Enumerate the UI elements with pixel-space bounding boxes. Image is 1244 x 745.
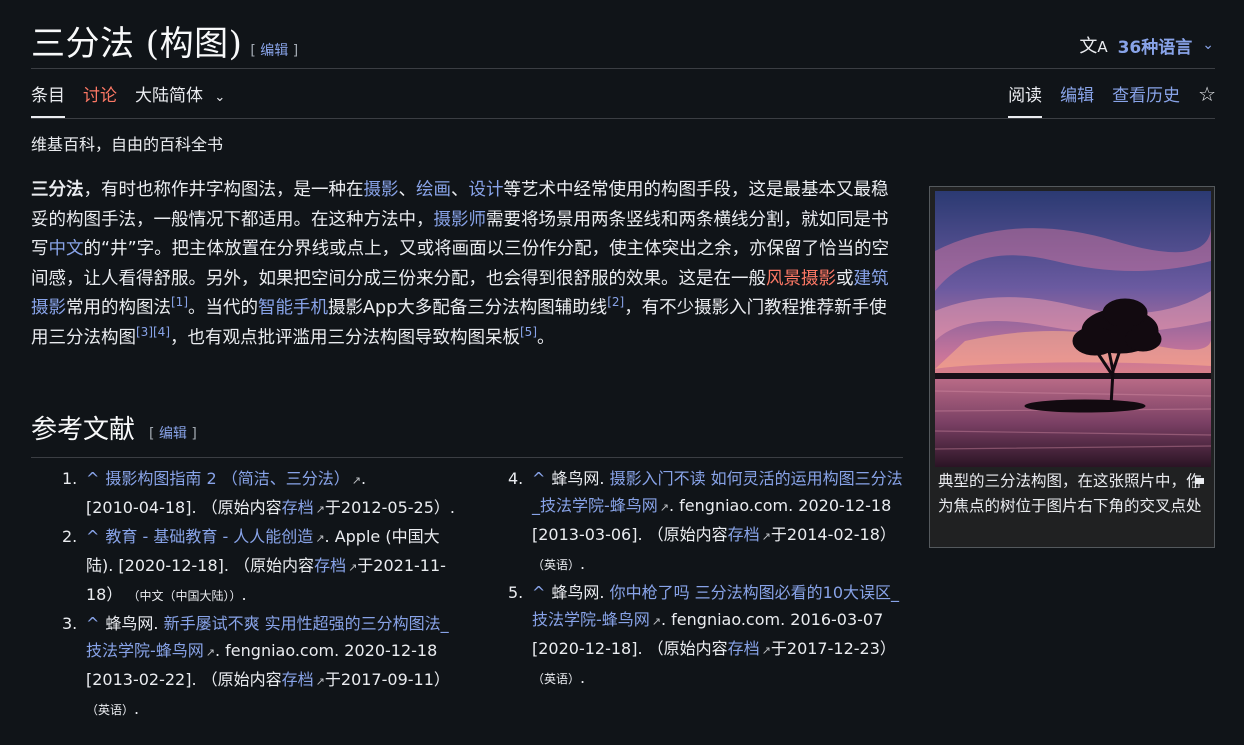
translate-icon: 文A: [1079, 36, 1108, 57]
tab-read[interactable]: 阅读: [1008, 84, 1043, 118]
lead-text: 。当代的: [188, 298, 258, 318]
reference-number: 4.: [508, 469, 524, 488]
image-caption: 典型的三分法构图，在这张照片中，作为焦点的树位于图片右下角的交叉点处: [938, 472, 1202, 515]
star-icon[interactable]: ☆: [1198, 84, 1216, 112]
reference-item: 2. ^教育 - 基础教育 - 人人能创造. Apple (中国大陆). [20…: [62, 523, 462, 610]
lead-text: 、: [398, 180, 417, 200]
reference-author: 蜂鸟网.: [551, 583, 610, 602]
archive-link[interactable]: 存档: [282, 498, 325, 517]
reference-text: .: [134, 699, 140, 718]
reference-item: 1. ^ 摄影构图指南 2 （简洁、三分法）. [2010-04-18]. （原始内…: [62, 465, 462, 523]
lead-text: 或: [836, 268, 854, 289]
archive-link[interactable]: 存档: [314, 556, 357, 575]
link-landscape-photography[interactable]: 风景摄影: [766, 269, 836, 289]
chevron-down-icon: ⌄: [1202, 37, 1214, 53]
lead-text: ，有时也称作井字构图法，是一种在: [83, 180, 364, 200]
tab-edit[interactable]: 编辑: [1060, 84, 1094, 116]
reference-number: 2.: [62, 527, 78, 546]
lead-text: 的“井”字。把主体放置在分界线或点上，又或将画面以三份作分配，使主体突出之余，亦…: [31, 239, 890, 289]
references-heading: 参考文献 [ 编辑 ]: [31, 410, 197, 454]
reference-text: 于2017-12-23）: [770, 639, 896, 658]
archive-link[interactable]: 存档: [728, 525, 771, 544]
sunset-tree-image[interactable]: [935, 191, 1211, 467]
citation-4[interactable]: [4]: [153, 325, 170, 339]
backlink-caret[interactable]: ^: [86, 527, 99, 546]
reference-text: 于2017-09-11）: [324, 670, 450, 689]
reference-text: 于2014-02-18）: [770, 525, 896, 544]
reference-item: 3. ^蜂鸟网. 新手屡试不爽 实用性超强的三分构图法_技法学院-蜂鸟网. fe…: [62, 610, 462, 724]
view-tabs: 阅读 编辑 查看历史 ☆: [1008, 84, 1216, 118]
citation-3[interactable]: [3]: [136, 325, 153, 339]
link-chinese[interactable]: 中文: [49, 239, 84, 259]
variant-selector[interactable]: 大陆简体 ⌄: [135, 84, 225, 118]
link-painting[interactable]: 绘画: [416, 180, 451, 200]
lead-text: 摄影App大多配备三分法构图辅助线: [328, 298, 608, 318]
variant-label: 大陆简体: [135, 86, 203, 106]
reference-list-column-2: 4. ^蜂鸟网. 摄影入门不读 如何灵活的运用构图三分法_技法学院-蜂鸟网. f…: [508, 465, 904, 693]
reference-text: 于2012-05-25）.: [324, 498, 455, 517]
title-edit-link[interactable]: 编辑: [260, 43, 288, 59]
title-edit-section: [ 编辑 ]: [250, 43, 299, 59]
language-note: （英语）: [86, 703, 135, 717]
language-note: （英语）: [532, 558, 581, 572]
link-photography[interactable]: 摄影: [364, 180, 399, 200]
reference-link[interactable]: 摄影构图指南 2 （简洁、三分法）: [105, 469, 361, 488]
backlink-caret[interactable]: ^: [532, 583, 545, 602]
lead-text: 。: [537, 327, 555, 348]
citation-5[interactable]: [5]: [520, 325, 537, 339]
references-divider: [31, 457, 903, 458]
chevron-down-icon: ⌄: [214, 90, 226, 105]
reference-text: .: [580, 668, 586, 687]
reference-item: 4. ^蜂鸟网. 摄影入门不读 如何灵活的运用构图三分法_技法学院-蜂鸟网. f…: [508, 465, 904, 579]
reference-author: 蜂鸟网.: [551, 469, 610, 488]
citation-1[interactable]: [1]: [171, 295, 188, 309]
reference-text: .: [580, 554, 586, 573]
reference-author: 蜂鸟网.: [105, 614, 164, 633]
references-edit-section: [ 编辑 ]: [149, 426, 197, 442]
backlink-caret[interactable]: ^: [86, 469, 99, 488]
tab-article[interactable]: 条目: [31, 84, 65, 118]
backlink-caret[interactable]: ^: [86, 614, 99, 633]
lead-text: ，也有观点批评滥用三分法构图导致构图呆板: [170, 327, 520, 348]
reference-text: [2010-04-18]. （原始内容: [86, 498, 282, 517]
page-title-text: 三分法 (构图): [31, 24, 243, 64]
references-edit-link[interactable]: 编辑: [159, 426, 187, 442]
lead-bold-term: 三分法: [31, 180, 84, 200]
backlink-caret[interactable]: ^: [532, 469, 545, 488]
language-note: （中文（中国大陆））: [127, 589, 242, 603]
site-tagline: 维基百科，自由的百科全书: [31, 135, 224, 154]
link-design[interactable]: 设计: [469, 180, 504, 200]
header-divider: [31, 68, 1215, 69]
reference-text: .: [241, 585, 247, 604]
archive-link[interactable]: 存档: [728, 639, 771, 658]
reference-list-column-1: 1. ^ 摄影构图指南 2 （简洁、三分法）. [2010-04-18]. （原始内…: [62, 465, 462, 724]
tab-history[interactable]: 查看历史: [1112, 84, 1180, 116]
archive-link[interactable]: 存档: [282, 670, 325, 689]
tab-talk[interactable]: 讨论: [83, 84, 117, 118]
link-smartphone[interactable]: 智能手机: [258, 298, 328, 318]
reference-text: .: [360, 469, 367, 488]
reference-number: 5.: [508, 583, 524, 602]
references-heading-text: 参考文献: [31, 415, 136, 445]
namespace-tabs: 条目 讨论 大陆简体 ⌄: [31, 84, 225, 118]
lead-text: 常用的构图法: [66, 298, 171, 318]
language-count: 36种语言: [1117, 37, 1193, 58]
language-selector[interactable]: 文A 36种语言 ⌄: [1079, 32, 1214, 58]
lead-text: 、: [451, 180, 469, 200]
page-title: 三分法 (构图) [ 编辑 ]: [31, 22, 298, 73]
link-photographer[interactable]: 摄影师: [434, 210, 487, 230]
reference-item: 5. ^蜂鸟网. 你中枪了吗 三分法构图必看的10大误区_技法学院-蜂鸟网. f…: [508, 579, 904, 693]
lead-paragraph: 三分法，有时也称作井字构图法，是一种在摄影、绘画、设计等艺术中经常使用的构图手段…: [31, 176, 903, 353]
tabs-divider: [31, 118, 1215, 119]
sunset-photo-svg: [935, 191, 1211, 467]
citation-2[interactable]: [2]: [607, 295, 624, 309]
image-thumbnail: 典型的三分法构图，在这张照片中，作为焦点的树位于图片右下角的交叉点处: [929, 186, 1215, 548]
language-note: （英语）: [532, 672, 581, 686]
reference-number: 1.: [62, 469, 78, 488]
reference-number: 3.: [62, 614, 78, 633]
reference-link[interactable]: 教育 - 基础教育 - 人人能创造: [105, 527, 324, 546]
